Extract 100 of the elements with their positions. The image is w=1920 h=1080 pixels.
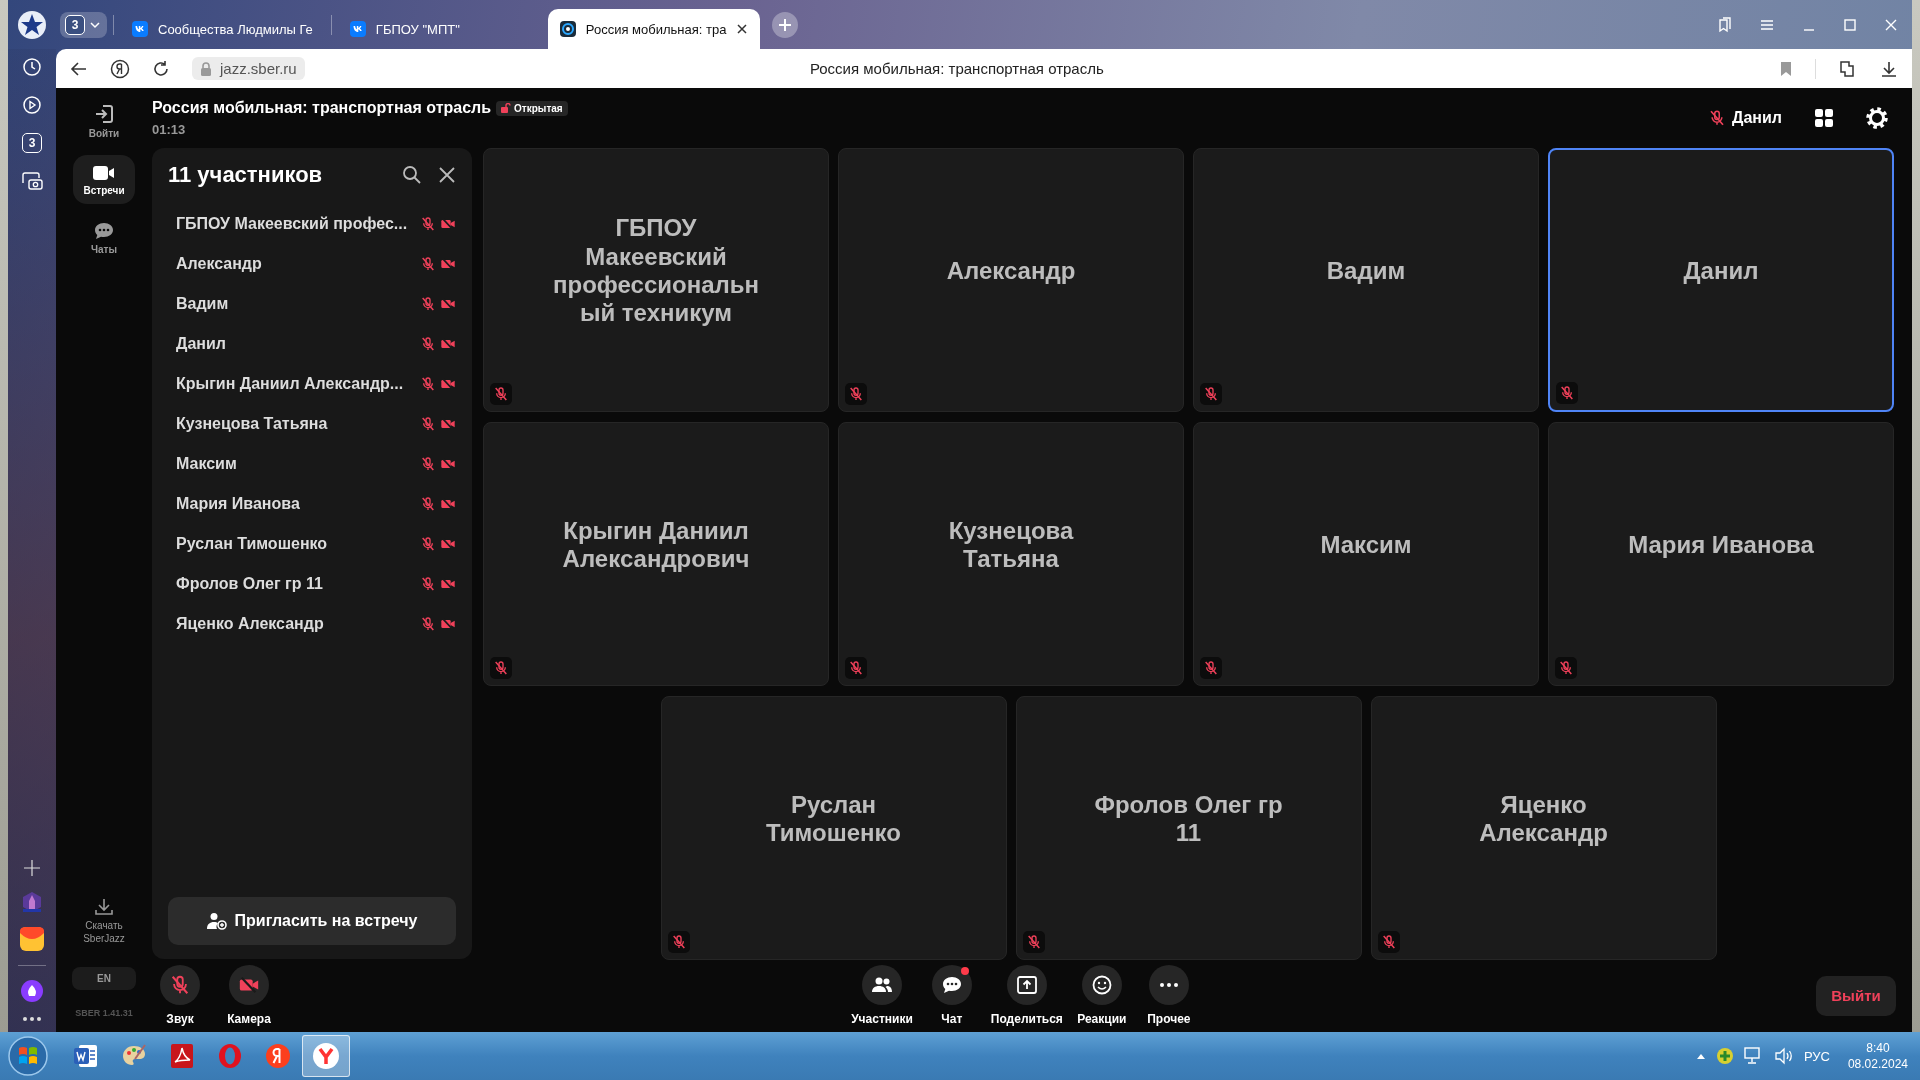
vk-logo-icon bbox=[349, 21, 366, 37]
input-language[interactable]: РУС bbox=[1803, 1048, 1830, 1064]
plus-icon[interactable] bbox=[23, 859, 41, 877]
browser-logo-icon[interactable] bbox=[17, 9, 47, 40]
browser-tab[interactable]: ГБПОУ "МПТ" bbox=[337, 9, 498, 49]
muted-mic-icon bbox=[169, 974, 191, 996]
address-field[interactable]: jazz.sber.ru bbox=[192, 57, 305, 80]
chat-bubble-icon bbox=[941, 976, 962, 994]
participant-name: Максим bbox=[176, 455, 237, 473]
camera-off-icon bbox=[238, 974, 260, 996]
word-app-icon bbox=[73, 1043, 99, 1069]
browser-app-icon bbox=[312, 1042, 340, 1070]
screenshot-icon[interactable] bbox=[21, 171, 43, 191]
version-label: SBER 1.41.31 bbox=[75, 1008, 133, 1018]
language-button[interactable]: EN bbox=[72, 967, 136, 990]
download-icon[interactable] bbox=[1880, 59, 1898, 78]
toolbar-button[interactable]: Прочее bbox=[1140, 965, 1197, 1026]
share-screen-icon bbox=[1016, 976, 1037, 994]
maximize-icon[interactable] bbox=[1843, 17, 1857, 32]
toolbar-button[interactable]: Участники bbox=[851, 965, 913, 1026]
pdf-app-icon bbox=[170, 1043, 194, 1069]
tile-name: ГБПОУ Макеевский профессиональный техникум bbox=[552, 214, 760, 328]
camera-toggle-button[interactable]: Камера bbox=[221, 965, 277, 1026]
new-tab-button[interactable] bbox=[772, 11, 799, 38]
participant-name: ГБПОУ Макеевский профес... bbox=[176, 215, 408, 233]
bookmarks-icon[interactable] bbox=[1716, 16, 1732, 33]
settings-icon[interactable] bbox=[1866, 107, 1888, 129]
search-icon[interactable] bbox=[402, 165, 422, 185]
reload-icon[interactable] bbox=[152, 59, 170, 78]
participant-name: Вадим bbox=[176, 295, 229, 313]
lock-icon bbox=[200, 61, 212, 76]
bookmark-icon[interactable] bbox=[1779, 60, 1793, 77]
participant-name: Руслан Тимошенко bbox=[176, 535, 328, 553]
more-icon[interactable] bbox=[22, 1016, 42, 1022]
vk-logo-icon bbox=[132, 21, 148, 37]
login-icon bbox=[94, 104, 114, 124]
show-hidden-icons-icon[interactable] bbox=[1695, 1052, 1706, 1060]
tile-name: Крыгин Даниил Александрович bbox=[561, 516, 751, 574]
chat-bubble-icon bbox=[94, 222, 114, 240]
volume-icon[interactable] bbox=[1773, 1047, 1794, 1065]
tile-name: Фролов Олег гр 11 bbox=[1093, 790, 1284, 848]
download-icon bbox=[95, 898, 113, 916]
participant-name: Александр bbox=[176, 255, 262, 273]
opera-app-icon bbox=[217, 1043, 243, 1069]
download-app-link[interactable]: Скачать SberJazz bbox=[74, 898, 134, 945]
nav-item[interactable]: Чаты bbox=[73, 212, 135, 263]
tile-name: Александр bbox=[946, 256, 1076, 286]
browser-tab[interactable]: Сообщества Людмилы Ге bbox=[120, 9, 325, 49]
meeting-title: Россия мобильная: транспортная отрасль bbox=[152, 99, 492, 117]
toolbar-button[interactable]: Поделиться bbox=[990, 965, 1063, 1026]
participant-name: Кузнецова Татьяна bbox=[176, 415, 328, 433]
clock[interactable]: 8:40 08.02.2024 bbox=[1847, 1039, 1908, 1073]
unlocked-lock-icon bbox=[501, 103, 512, 113]
panel-title: 11 участников bbox=[168, 162, 323, 188]
tile-name: Данил bbox=[1683, 256, 1759, 286]
tile-name: Руслан Тимошенко bbox=[765, 790, 902, 848]
start-button-icon[interactable] bbox=[8, 1036, 48, 1076]
play-icon[interactable] bbox=[22, 95, 42, 115]
browser-tab[interactable]: Россия мобильная: тра bbox=[547, 9, 761, 49]
people-icon bbox=[870, 976, 893, 994]
plus-tray-icon[interactable] bbox=[1715, 1047, 1734, 1065]
tile-name: Мария Иванова bbox=[1628, 530, 1814, 560]
user-name: Данил bbox=[1732, 109, 1782, 127]
toolbar-button[interactable]: Чат bbox=[923, 965, 980, 1026]
participant-name: Мария Иванова bbox=[176, 495, 300, 513]
nav-item[interactable]: Встречи bbox=[73, 155, 135, 204]
participant-name: Фролов Олег гр 11 bbox=[176, 575, 323, 593]
leave-button[interactable]: Выйти bbox=[1816, 975, 1896, 1016]
tile-name: Вадим bbox=[1326, 256, 1406, 286]
nav-item[interactable]: Войти bbox=[73, 94, 135, 147]
tab-counter[interactable]: 3 bbox=[22, 133, 42, 153]
participant-name: Данил bbox=[176, 335, 226, 353]
participant-name: Крыгин Даниил Александр... bbox=[176, 375, 404, 393]
add-person-icon bbox=[206, 912, 227, 930]
close-icon[interactable] bbox=[736, 23, 749, 35]
castle-app-icon[interactable] bbox=[22, 891, 42, 913]
participant-name: Яценко Александр bbox=[176, 615, 324, 633]
toolbar-button[interactable]: Реакции bbox=[1073, 965, 1130, 1026]
mic-toggle-button[interactable]: Звук bbox=[152, 965, 208, 1026]
tile-name: Яценко Александр bbox=[1478, 790, 1609, 848]
page-title: Россия мобильная: транспортная отрасль bbox=[808, 60, 1105, 77]
close-icon[interactable] bbox=[438, 166, 456, 184]
history-icon[interactable] bbox=[22, 57, 42, 77]
tab-group-button[interactable]: 3 bbox=[60, 11, 107, 38]
taskbar-app[interactable] bbox=[302, 1035, 350, 1077]
meeting-timer: 01:13 bbox=[152, 122, 187, 137]
video-camera-icon bbox=[93, 165, 115, 181]
grid-layout-icon[interactable] bbox=[1814, 108, 1834, 128]
more-icon bbox=[1159, 983, 1178, 987]
search-app-icon bbox=[265, 1043, 291, 1069]
assistant-icon[interactable] bbox=[21, 980, 43, 1002]
tile-name: Кузнецова Татьяна bbox=[947, 516, 1075, 574]
tile-name: Максим bbox=[1320, 530, 1412, 560]
invite-button[interactable]: Пригласить на встречу bbox=[168, 897, 456, 945]
back-icon[interactable] bbox=[70, 59, 88, 78]
mail-app-icon[interactable] bbox=[20, 927, 44, 951]
yandex-circle-icon[interactable] bbox=[110, 58, 130, 79]
camera-lens-icon bbox=[559, 21, 576, 37]
smiley-icon bbox=[1091, 975, 1112, 995]
access-badge: Открытая bbox=[496, 100, 568, 116]
